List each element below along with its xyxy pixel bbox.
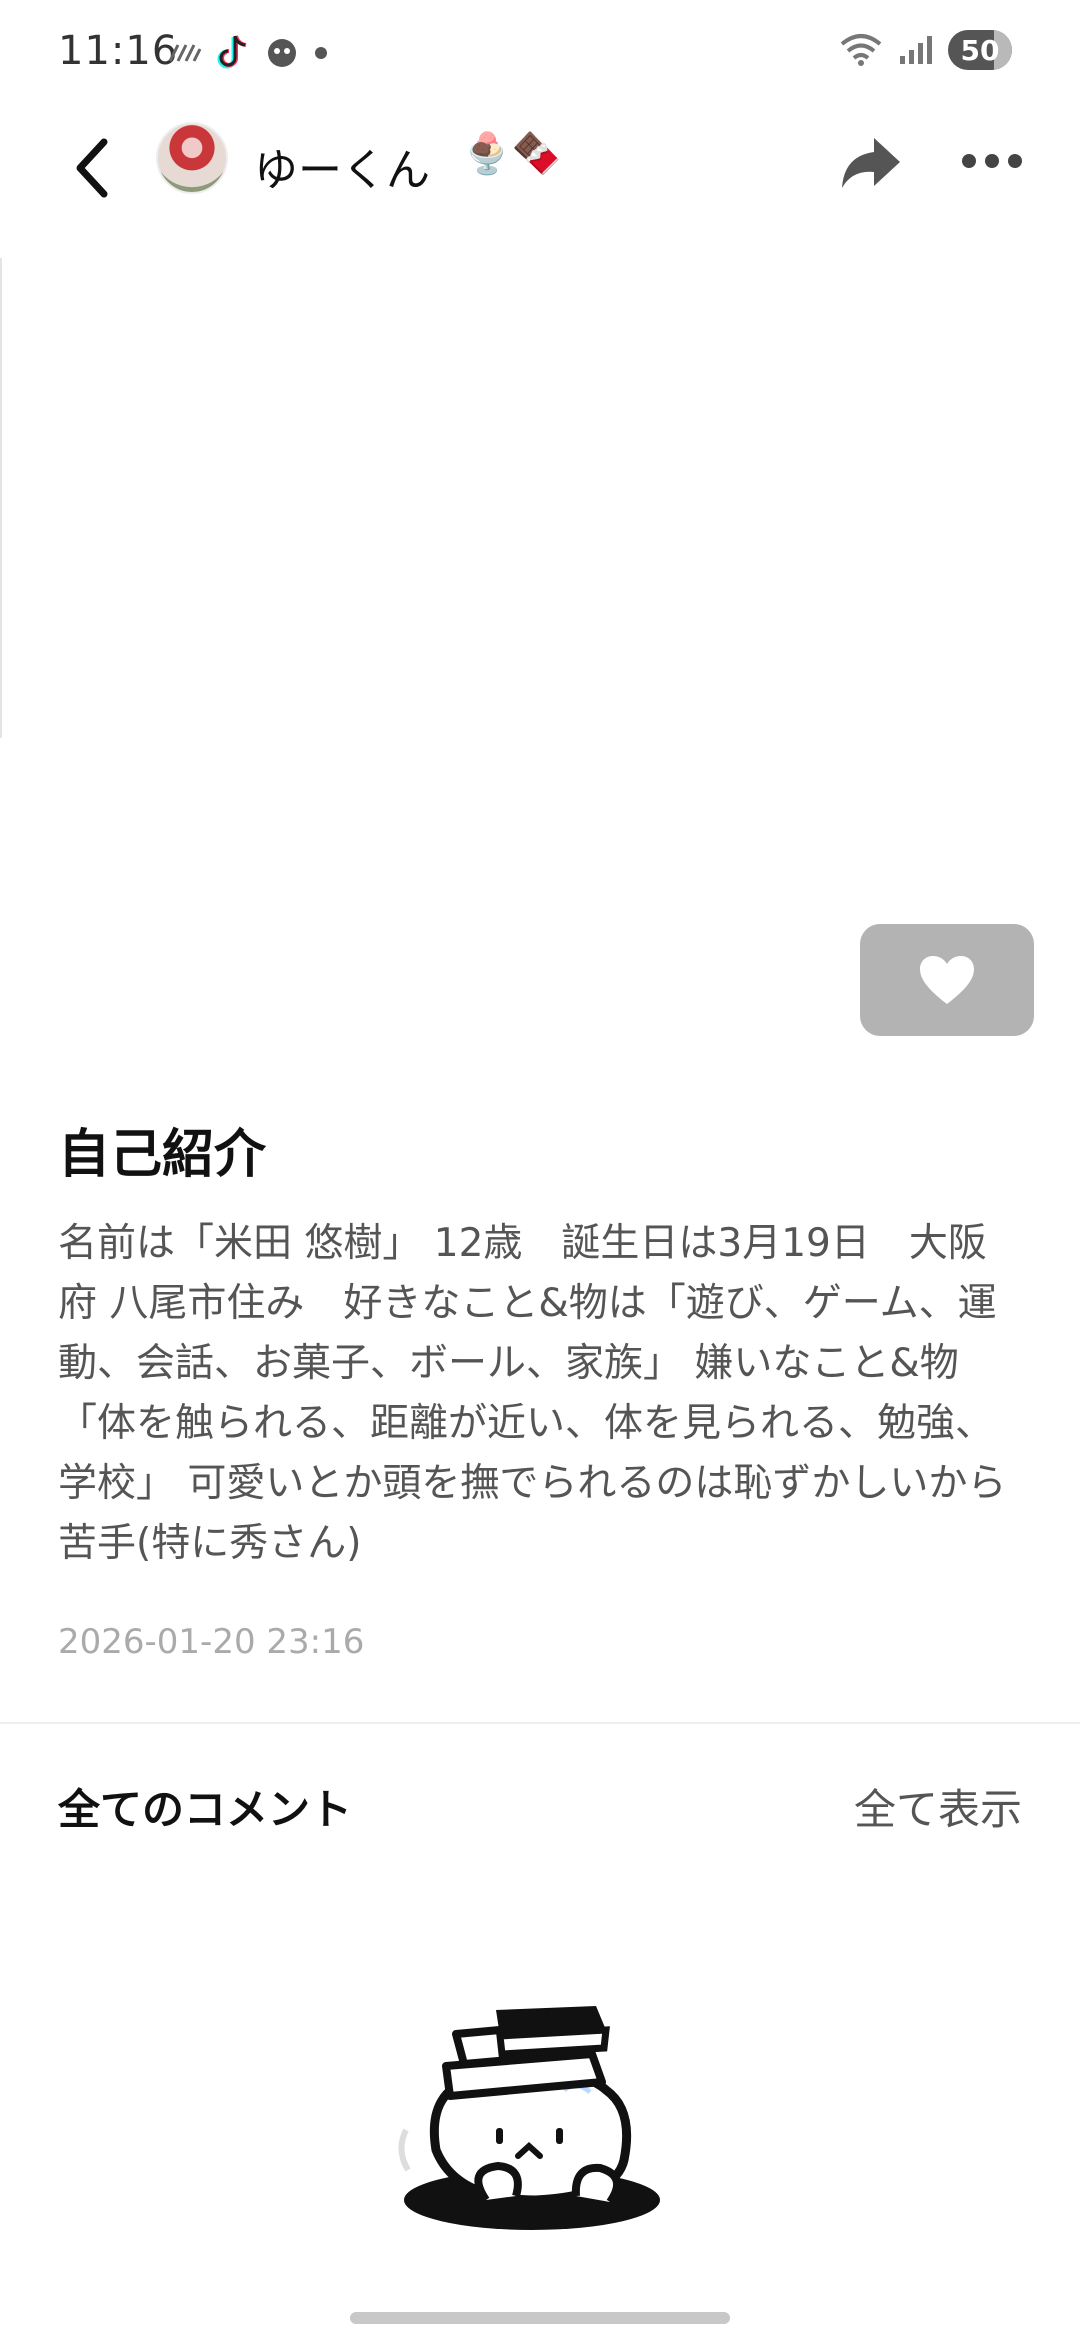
chevron-left-icon: [76, 138, 108, 198]
tiktok-icon: [217, 35, 247, 69]
intro-body: 名前は「米田 悠樹」 12歳 誕生日は3月19日 大阪府 八尾市住み 好きなこと…: [58, 1221, 1007, 1566]
back-button[interactable]: [62, 128, 122, 208]
stripes-icon: [168, 44, 202, 62]
like-button[interactable]: [860, 924, 1034, 1036]
status-time: 11:16: [58, 28, 179, 74]
intro-title: 自己紹介: [58, 1125, 267, 1185]
media-edge: [0, 258, 2, 738]
app-notification-icon: [268, 39, 296, 67]
username[interactable]: ゆーくん: [254, 134, 430, 198]
share-arrow-icon: [842, 138, 900, 188]
signal-icon: [900, 36, 932, 64]
more-dot-icon: [1008, 154, 1022, 168]
post-header: ゆーくん 🍨🍫: [0, 110, 1080, 240]
battery-level: 50: [960, 33, 1000, 67]
more-dot-icon: [985, 154, 999, 168]
divider: [0, 1722, 1080, 1724]
dot-icon: [315, 47, 327, 59]
heart-icon: [920, 956, 974, 1004]
status-bar: 11:16 50: [0, 0, 1080, 110]
battery-indicator: 50: [948, 30, 1012, 70]
cat-with-books-icon: [398, 2006, 660, 2230]
more-options-button[interactable]: [962, 146, 1022, 176]
post-media-area[interactable]: [0, 258, 1080, 738]
empty-comments-illustration: [396, 2000, 676, 2250]
wifi-icon: [840, 34, 882, 66]
share-button[interactable]: [836, 128, 906, 198]
emoji-badges: 🍨🍫: [462, 131, 562, 177]
avatar[interactable]: [156, 122, 228, 194]
home-indicator[interactable]: [350, 2312, 730, 2324]
comments-title: 全てのコメント: [58, 1785, 353, 1834]
more-dot-icon: [962, 154, 976, 168]
notification-icons: [168, 34, 328, 72]
system-icons: 50: [838, 30, 1012, 70]
show-all-comments-link[interactable]: 全て表示: [854, 1776, 1022, 1837]
post-date: 2026-01-20 23:16: [58, 1622, 365, 1662]
